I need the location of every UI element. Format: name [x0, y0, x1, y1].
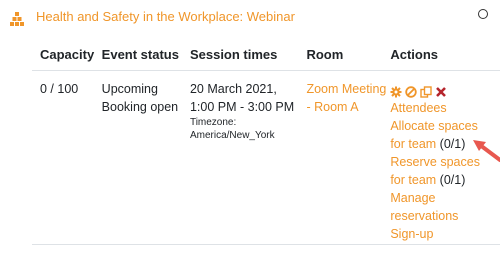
column-header-room: Room [306, 47, 344, 62]
column-header-session-times: Session times [189, 47, 278, 62]
reservations-label: reservations [390, 208, 459, 223]
cancel-icon[interactable] [405, 85, 418, 98]
timezone-label: Timezone: [189, 116, 237, 128]
column-header-actions: Actions [390, 47, 438, 62]
manage-label: Manage [390, 190, 436, 205]
session-date: 20 March 2021, [189, 81, 277, 96]
session-times-cell: 20 March 2021, 1:00 PM - 3:00 PM Timezon… [188, 70, 301, 244]
manage-reservations-link[interactable]: Manage reservations [390, 189, 500, 225]
sessions-table: Capacity Event status Session times Room… [32, 36, 500, 245]
capacity-cell: 0 / 100 [40, 81, 79, 96]
action-icons [390, 85, 500, 98]
attendees-link[interactable]: Attendees [390, 99, 500, 117]
settings-icon[interactable] [390, 85, 402, 97]
allocate-count: (0/1) [439, 136, 466, 151]
signup-link[interactable]: Sign-up [390, 225, 500, 243]
completion-circle-icon[interactable] [478, 9, 488, 19]
table-header-row: Capacity Event status Session times Room… [32, 36, 500, 70]
status-booking-open: Booking open [101, 99, 179, 114]
facetoface-activity-icon [10, 12, 24, 26]
activity-header: Health and Safety in the Workplace: Webi… [0, 0, 500, 36]
reserve-count: (0/1) [439, 172, 466, 187]
timezone-value: America/New_York [189, 129, 275, 141]
allocate-spaces-link-cont[interactable]: for team [390, 137, 436, 151]
reserve-spaces-link-cont[interactable]: for team [390, 173, 436, 187]
table-row: 0 / 100 Upcoming Booking open 20 March 2… [32, 70, 500, 244]
session-time: 1:00 PM - 3:00 PM [189, 99, 295, 114]
copy-icon[interactable] [420, 85, 433, 98]
room-cell: Zoom Meeting - Room A [300, 70, 388, 244]
pointer-arrow-icon [473, 140, 500, 162]
activity-title-link[interactable]: Health and Safety in the Workplace: Webi… [36, 9, 295, 24]
delete-icon[interactable] [435, 85, 447, 97]
allocate-spaces-link[interactable]: Allocate spaces [390, 117, 500, 135]
status-upcoming: Upcoming [101, 81, 158, 96]
room-link[interactable]: Zoom Meeting - Room A [306, 82, 386, 114]
column-header-capacity: Capacity [40, 47, 95, 62]
event-status-cell: Upcoming Booking open [100, 70, 188, 244]
column-header-event-status: Event status [101, 47, 179, 62]
